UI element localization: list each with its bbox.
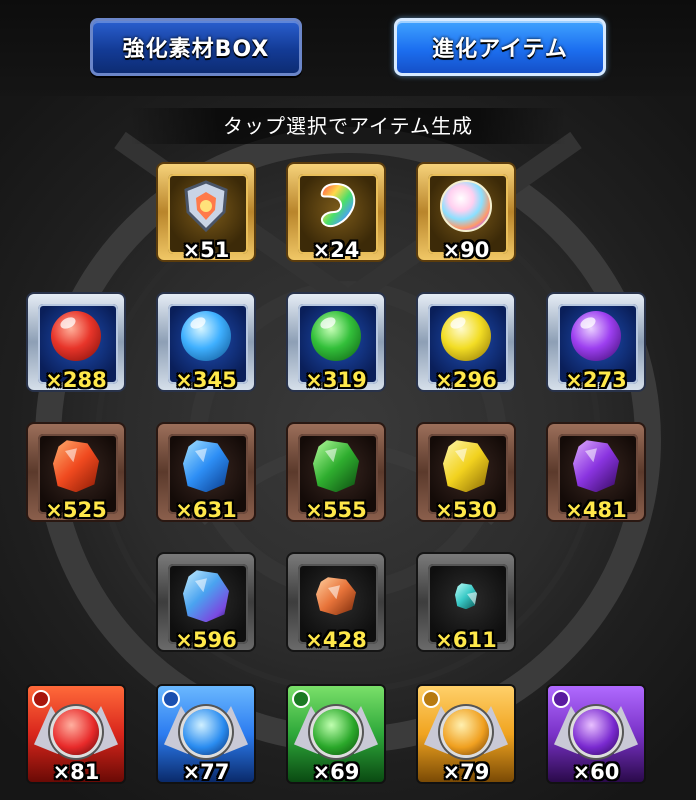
fire-creature-icon [53, 709, 99, 756]
item-count: ×319 [305, 368, 367, 392]
creature-slot-wood[interactable]: ×69 [286, 684, 386, 784]
light-element-icon [422, 690, 440, 708]
orb-slot-wood[interactable]: ×319 [286, 292, 386, 392]
stone-slot-light[interactable]: ×530 [416, 422, 516, 522]
item-count: ×273 [565, 368, 627, 392]
shield-crest-icon [184, 180, 228, 233]
item-count: ×51 [182, 238, 230, 262]
rainbow-drop-icon [320, 183, 356, 228]
creature-slot-light[interactable]: ×79 [416, 684, 516, 784]
orb-slot-light[interactable]: ×296 [416, 292, 516, 392]
water-element-icon [162, 690, 180, 708]
special-item-slot[interactable]: ×24 [286, 162, 386, 262]
gem-slot-crystal[interactable]: ×596 [156, 552, 256, 652]
item-count: ×428 [305, 628, 367, 652]
dark-element-icon [552, 690, 570, 708]
item-count: ×60 [572, 760, 620, 784]
item-count: ×90 [442, 238, 490, 262]
wood-creature-icon [313, 709, 359, 756]
water-orb-icon [181, 311, 231, 362]
item-count: ×296 [435, 368, 497, 392]
item-count: ×611 [435, 628, 497, 652]
item-count: ×81 [52, 760, 100, 784]
light-orb-icon [441, 311, 491, 362]
item-count: ×288 [45, 368, 107, 392]
creature-slot-fire[interactable]: ×81 [26, 684, 126, 784]
wood-element-icon [292, 690, 310, 708]
fire-orb-icon [51, 311, 101, 362]
item-count: ×596 [175, 628, 237, 652]
gem-slot-small-gem[interactable]: ×611 [416, 552, 516, 652]
tab-evolution-items[interactable]: 進化アイテム [394, 18, 606, 76]
item-count: ×555 [305, 498, 367, 522]
item-count: ×345 [175, 368, 237, 392]
gem-slot-ore[interactable]: ×428 [286, 552, 386, 652]
instruction-text: タップ選択でアイテム生成 [130, 108, 566, 144]
special-item-slot[interactable]: ×90 [416, 162, 516, 262]
item-count: ×79 [442, 760, 490, 784]
stone-slot-water[interactable]: ×631 [156, 422, 256, 522]
dark-orb-icon [571, 311, 621, 362]
item-count: ×69 [312, 760, 360, 784]
item-count: ×530 [435, 498, 497, 522]
creature-slot-water[interactable]: ×77 [156, 684, 256, 784]
item-count: ×77 [182, 760, 230, 784]
stone-slot-fire[interactable]: ×525 [26, 422, 126, 522]
orb-slot-fire[interactable]: ×288 [26, 292, 126, 392]
tab-enhance-material-box[interactable]: 強化素材BOX [90, 18, 302, 76]
stone-slot-wood[interactable]: ×555 [286, 422, 386, 522]
item-count: ×24 [312, 238, 360, 262]
orb-slot-dark[interactable]: ×273 [546, 292, 646, 392]
item-count: ×481 [565, 498, 627, 522]
stone-slot-dark[interactable]: ×481 [546, 422, 646, 522]
water-creature-icon [183, 709, 229, 756]
wood-orb-icon [311, 311, 361, 362]
light-creature-icon [443, 709, 489, 756]
rainbow-orb-icon [440, 180, 492, 233]
creature-slot-dark[interactable]: ×60 [546, 684, 646, 784]
fire-element-icon [32, 690, 50, 708]
dark-creature-icon [573, 709, 619, 756]
special-item-slot[interactable]: ×51 [156, 162, 256, 262]
orb-slot-water[interactable]: ×345 [156, 292, 256, 392]
item-count: ×525 [45, 498, 107, 522]
item-count: ×631 [175, 498, 237, 522]
